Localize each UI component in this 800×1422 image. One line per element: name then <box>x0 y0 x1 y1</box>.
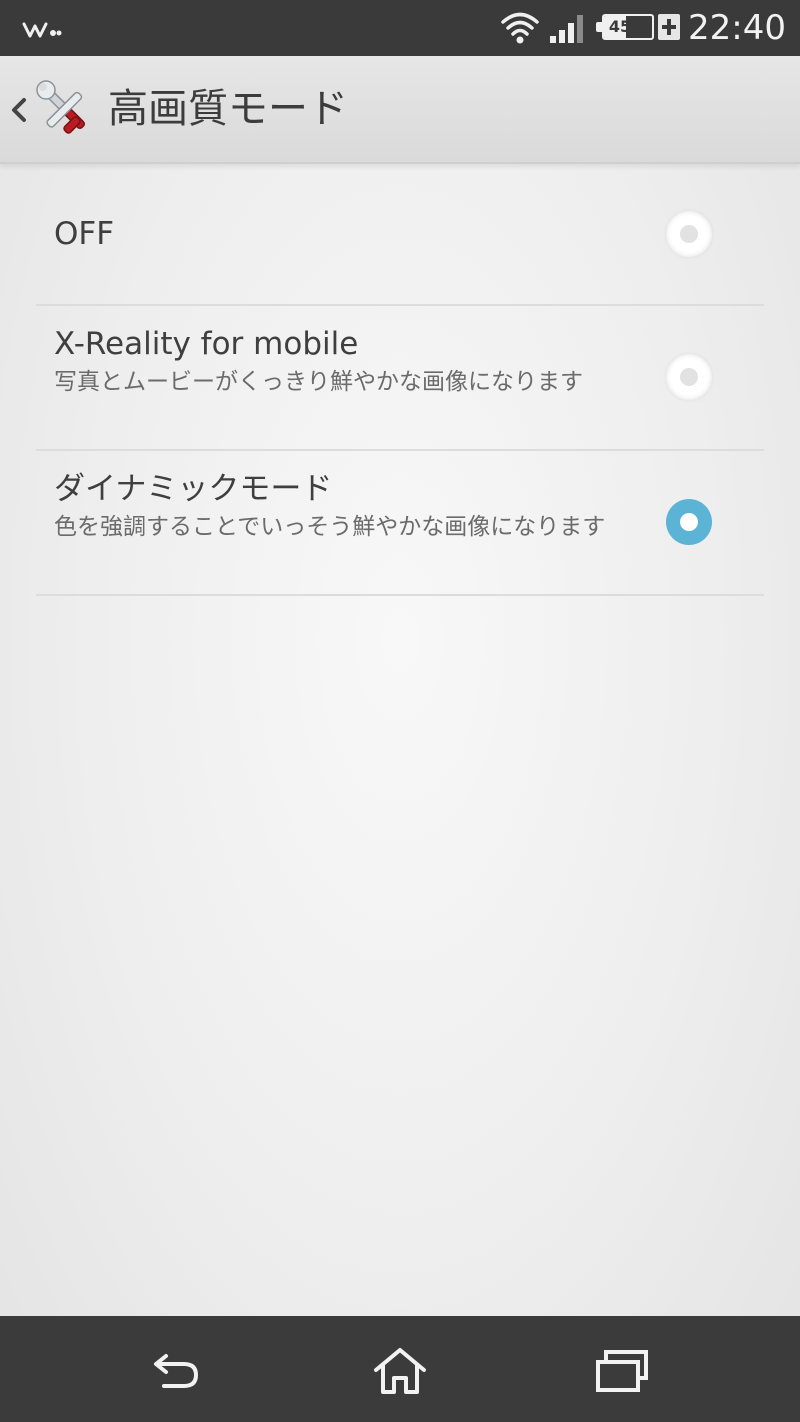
option-title: ダイナミックモード <box>54 471 333 507</box>
home-icon[interactable] <box>370 1346 430 1396</box>
radio-x-reality[interactable] <box>666 354 712 400</box>
radio-dot <box>680 513 698 531</box>
option-summary: 色を強調することでいっそう鮮やかな画像になります <box>54 514 606 540</box>
chevron-left-icon[interactable] <box>6 90 30 130</box>
radio-dot <box>680 368 698 386</box>
option-off[interactable]: OFF <box>36 164 764 306</box>
settings-tools-icon[interactable] <box>34 78 96 140</box>
status-time: 22:40 <box>688 8 786 48</box>
walkman-icon <box>22 22 62 38</box>
option-title: X-Reality for mobile <box>54 326 359 362</box>
recent-apps-icon[interactable] <box>592 1346 652 1396</box>
radio-off[interactable] <box>666 211 712 257</box>
back-icon[interactable] <box>148 1346 208 1396</box>
navigation-bar <box>0 1316 800 1422</box>
option-dynamic-mode[interactable]: ダイナミックモード 色を強調することでいっそう鮮やかな画像になります <box>36 451 764 596</box>
option-summary: 写真とムービーがくっきり鮮やかな画像になります <box>54 369 583 395</box>
action-bar: 高画質モード <box>0 56 800 164</box>
option-title: OFF <box>54 216 115 252</box>
option-x-reality[interactable]: X-Reality for mobile 写真とムービーがくっきり鮮やかな画像に… <box>36 306 764 451</box>
status-bar: 45% 22:40 <box>0 0 800 56</box>
battery-indicator: 45% <box>596 14 686 44</box>
battery-percent: 45% <box>608 17 648 36</box>
mode-option-list: OFF X-Reality for mobile 写真とムービーがくっきり鮮やか… <box>36 164 764 596</box>
radio-dynamic-mode[interactable] <box>666 499 712 545</box>
signal-icon <box>550 15 583 43</box>
page-title: 高画質モード <box>108 86 348 132</box>
charging-icon <box>658 14 680 40</box>
radio-dot <box>680 225 698 243</box>
wifi-icon <box>501 12 539 44</box>
battery-icon: 45% <box>602 14 654 40</box>
